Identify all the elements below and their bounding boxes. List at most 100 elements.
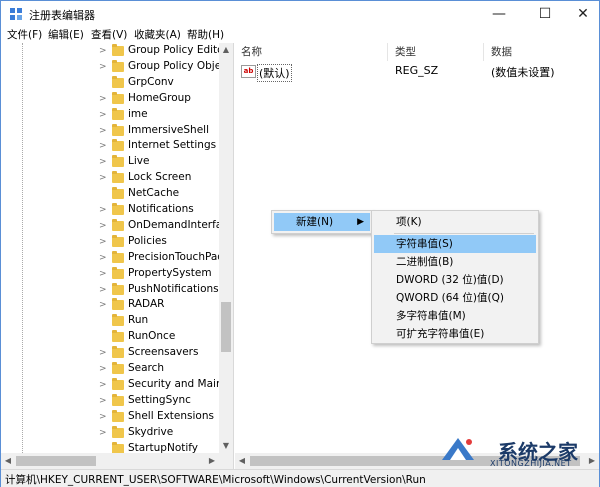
menu-favorites[interactable]: 收藏夹(A): [134, 27, 181, 43]
table-row[interactable]: ab (默认) REG_SZ (数值未设置): [235, 61, 599, 82]
tree-item[interactable]: > PrecisionTouchPad: [1, 250, 224, 266]
close-button[interactable]: ✕: [563, 1, 600, 27]
menu-edit[interactable]: 编辑(E): [48, 27, 84, 43]
submenu-item[interactable]: 字符串值(S): [374, 235, 536, 253]
expand-chevron-icon[interactable]: >: [99, 140, 109, 152]
minimize-button[interactable]: —: [479, 1, 519, 27]
submenu-item[interactable]: QWORD (64 位)值(Q): [374, 289, 536, 307]
submenu-item[interactable]: 二进制值(B): [374, 253, 536, 271]
tree-item-label: PrecisionTouchPad: [128, 250, 224, 263]
expand-chevron-icon[interactable]: >: [99, 220, 109, 232]
scroll-left-icon[interactable]: ◀: [235, 453, 249, 469]
tree-item[interactable]: NetCache: [1, 186, 219, 202]
tree-item[interactable]: > RADAR: [1, 297, 219, 313]
watermark: 系统之家 XITONGZHIJIA.NET: [438, 432, 598, 468]
expand-chevron-icon[interactable]: >: [99, 61, 109, 73]
folder-icon: [112, 282, 124, 295]
tree-hscroll-thumb[interactable]: [16, 456, 96, 466]
folder-icon: [112, 139, 124, 152]
expand-chevron-icon[interactable]: >: [99, 379, 109, 391]
tree-item[interactable]: > OnDemandInterface: [1, 218, 233, 234]
column-header-data[interactable]: 数据: [491, 43, 512, 61]
submenu-item[interactable]: 多字符串值(M): [374, 307, 536, 325]
folder-icon: [112, 393, 124, 406]
column-header-type[interactable]: 类型: [395, 43, 416, 61]
scroll-right-icon[interactable]: ▶: [205, 453, 219, 469]
folder-icon: [112, 155, 124, 168]
submenu-item[interactable]: DWORD (32 位)值(D): [374, 271, 536, 289]
submenu-item[interactable]: 项(K): [374, 213, 536, 231]
expand-chevron-icon[interactable]: >: [99, 109, 109, 121]
folder-icon: [112, 171, 124, 184]
folder-icon: [112, 91, 124, 104]
expand-chevron-icon[interactable]: >: [99, 236, 109, 248]
expand-chevron-icon[interactable]: >: [99, 125, 109, 137]
tree-item[interactable]: > Group Policy Editor: [1, 43, 228, 59]
expand-chevron-icon[interactable]: >: [99, 252, 109, 264]
title-bar: 注册表编辑器 — ☐ ✕: [1, 1, 599, 27]
menu-item-new[interactable]: 新建(N) ▶: [274, 213, 370, 231]
tree-item-label: Screensavers: [128, 346, 199, 359]
expand-chevron-icon[interactable]: >: [99, 45, 109, 57]
watermark-subtext: XITONGZHIJIA.NET: [490, 459, 572, 468]
tree-item[interactable]: > Shell Extensions: [1, 409, 219, 425]
menu-help[interactable]: 帮助(H): [187, 27, 224, 43]
tree-item[interactable]: > Notifications: [1, 202, 219, 218]
expand-chevron-icon[interactable]: >: [99, 299, 109, 311]
tree-item[interactable]: RunOnce: [1, 329, 219, 345]
expand-chevron-icon[interactable]: >: [99, 268, 109, 280]
tree-item[interactable]: GrpConv: [1, 75, 219, 91]
expand-chevron-icon[interactable]: >: [99, 363, 109, 375]
expand-chevron-icon[interactable]: >: [99, 204, 109, 216]
tree-item[interactable]: > ImmersiveShell: [1, 123, 219, 139]
tree-item[interactable]: > PropertySystem: [1, 266, 219, 282]
tree-item[interactable]: > Live: [1, 154, 219, 170]
status-bar: 计算机\HKEY_CURRENT_USER\SOFTWARE\Microsoft…: [1, 469, 599, 487]
submenu-item-label: 字符串值(S): [396, 238, 453, 250]
registry-tree[interactable]: > Group Policy Editor > Group Policy Objec G…: [1, 43, 234, 469]
tree-item[interactable]: > Search: [1, 361, 219, 377]
expand-chevron-icon[interactable]: >: [99, 347, 109, 359]
column-divider[interactable]: [483, 43, 484, 61]
menu-file[interactable]: 文件(F): [7, 27, 42, 43]
tree-item[interactable]: > Lock Screen: [1, 170, 219, 186]
tree-scroll-thumb[interactable]: [221, 302, 231, 352]
registry-app-icon: [10, 8, 22, 20]
expand-chevron-icon[interactable]: >: [99, 172, 109, 184]
tree-item[interactable]: > Security and Mainte: [1, 377, 233, 393]
tree-item[interactable]: > Screensavers: [1, 345, 219, 361]
tree-item-label: Policies: [128, 234, 167, 247]
menu-view[interactable]: 查看(V): [91, 27, 127, 43]
tree-item[interactable]: Run: [1, 313, 219, 329]
expand-chevron-icon[interactable]: >: [99, 156, 109, 168]
folder-icon: [112, 218, 124, 231]
scroll-left-icon[interactable]: ◀: [1, 453, 15, 469]
tree-item[interactable]: > Internet Settings: [1, 138, 219, 154]
folder-icon: [112, 203, 124, 215]
submenu-item[interactable]: 可扩充字符串值(E): [374, 325, 536, 343]
tree-item[interactable]: > Group Policy Objec: [1, 59, 227, 75]
expand-chevron-icon[interactable]: >: [99, 93, 109, 105]
scroll-up-icon[interactable]: ▲: [219, 43, 233, 57]
column-header-name[interactable]: 名称: [241, 43, 262, 61]
tree-vertical-scrollbar[interactable]: ▲ ▼: [219, 43, 233, 453]
tree-item[interactable]: > SettingSync: [1, 393, 219, 409]
tree-item[interactable]: > HomeGroup: [1, 91, 219, 107]
scroll-down-icon[interactable]: ▼: [219, 439, 233, 453]
context-menu: 新建(N) ▶: [271, 210, 373, 234]
column-divider[interactable]: [387, 43, 388, 61]
maximize-button[interactable]: ☐: [525, 1, 565, 27]
folder-icon: [112, 44, 124, 56]
tree-item[interactable]: > Skydrive: [1, 425, 219, 441]
value-name[interactable]: (默认): [257, 64, 292, 82]
expand-chevron-icon[interactable]: >: [99, 284, 109, 296]
tree-item[interactable]: > PushNotifications: [1, 282, 219, 298]
folder-icon: [112, 362, 124, 374]
tree-horizontal-scrollbar[interactable]: ◀ ▶: [1, 453, 233, 469]
tree-item[interactable]: > ime: [1, 107, 219, 123]
expand-chevron-icon[interactable]: >: [99, 411, 109, 423]
tree-item[interactable]: > Policies: [1, 234, 219, 250]
expand-chevron-icon[interactable]: >: [99, 427, 109, 439]
folder-icon: [112, 298, 124, 311]
expand-chevron-icon[interactable]: >: [99, 395, 109, 407]
